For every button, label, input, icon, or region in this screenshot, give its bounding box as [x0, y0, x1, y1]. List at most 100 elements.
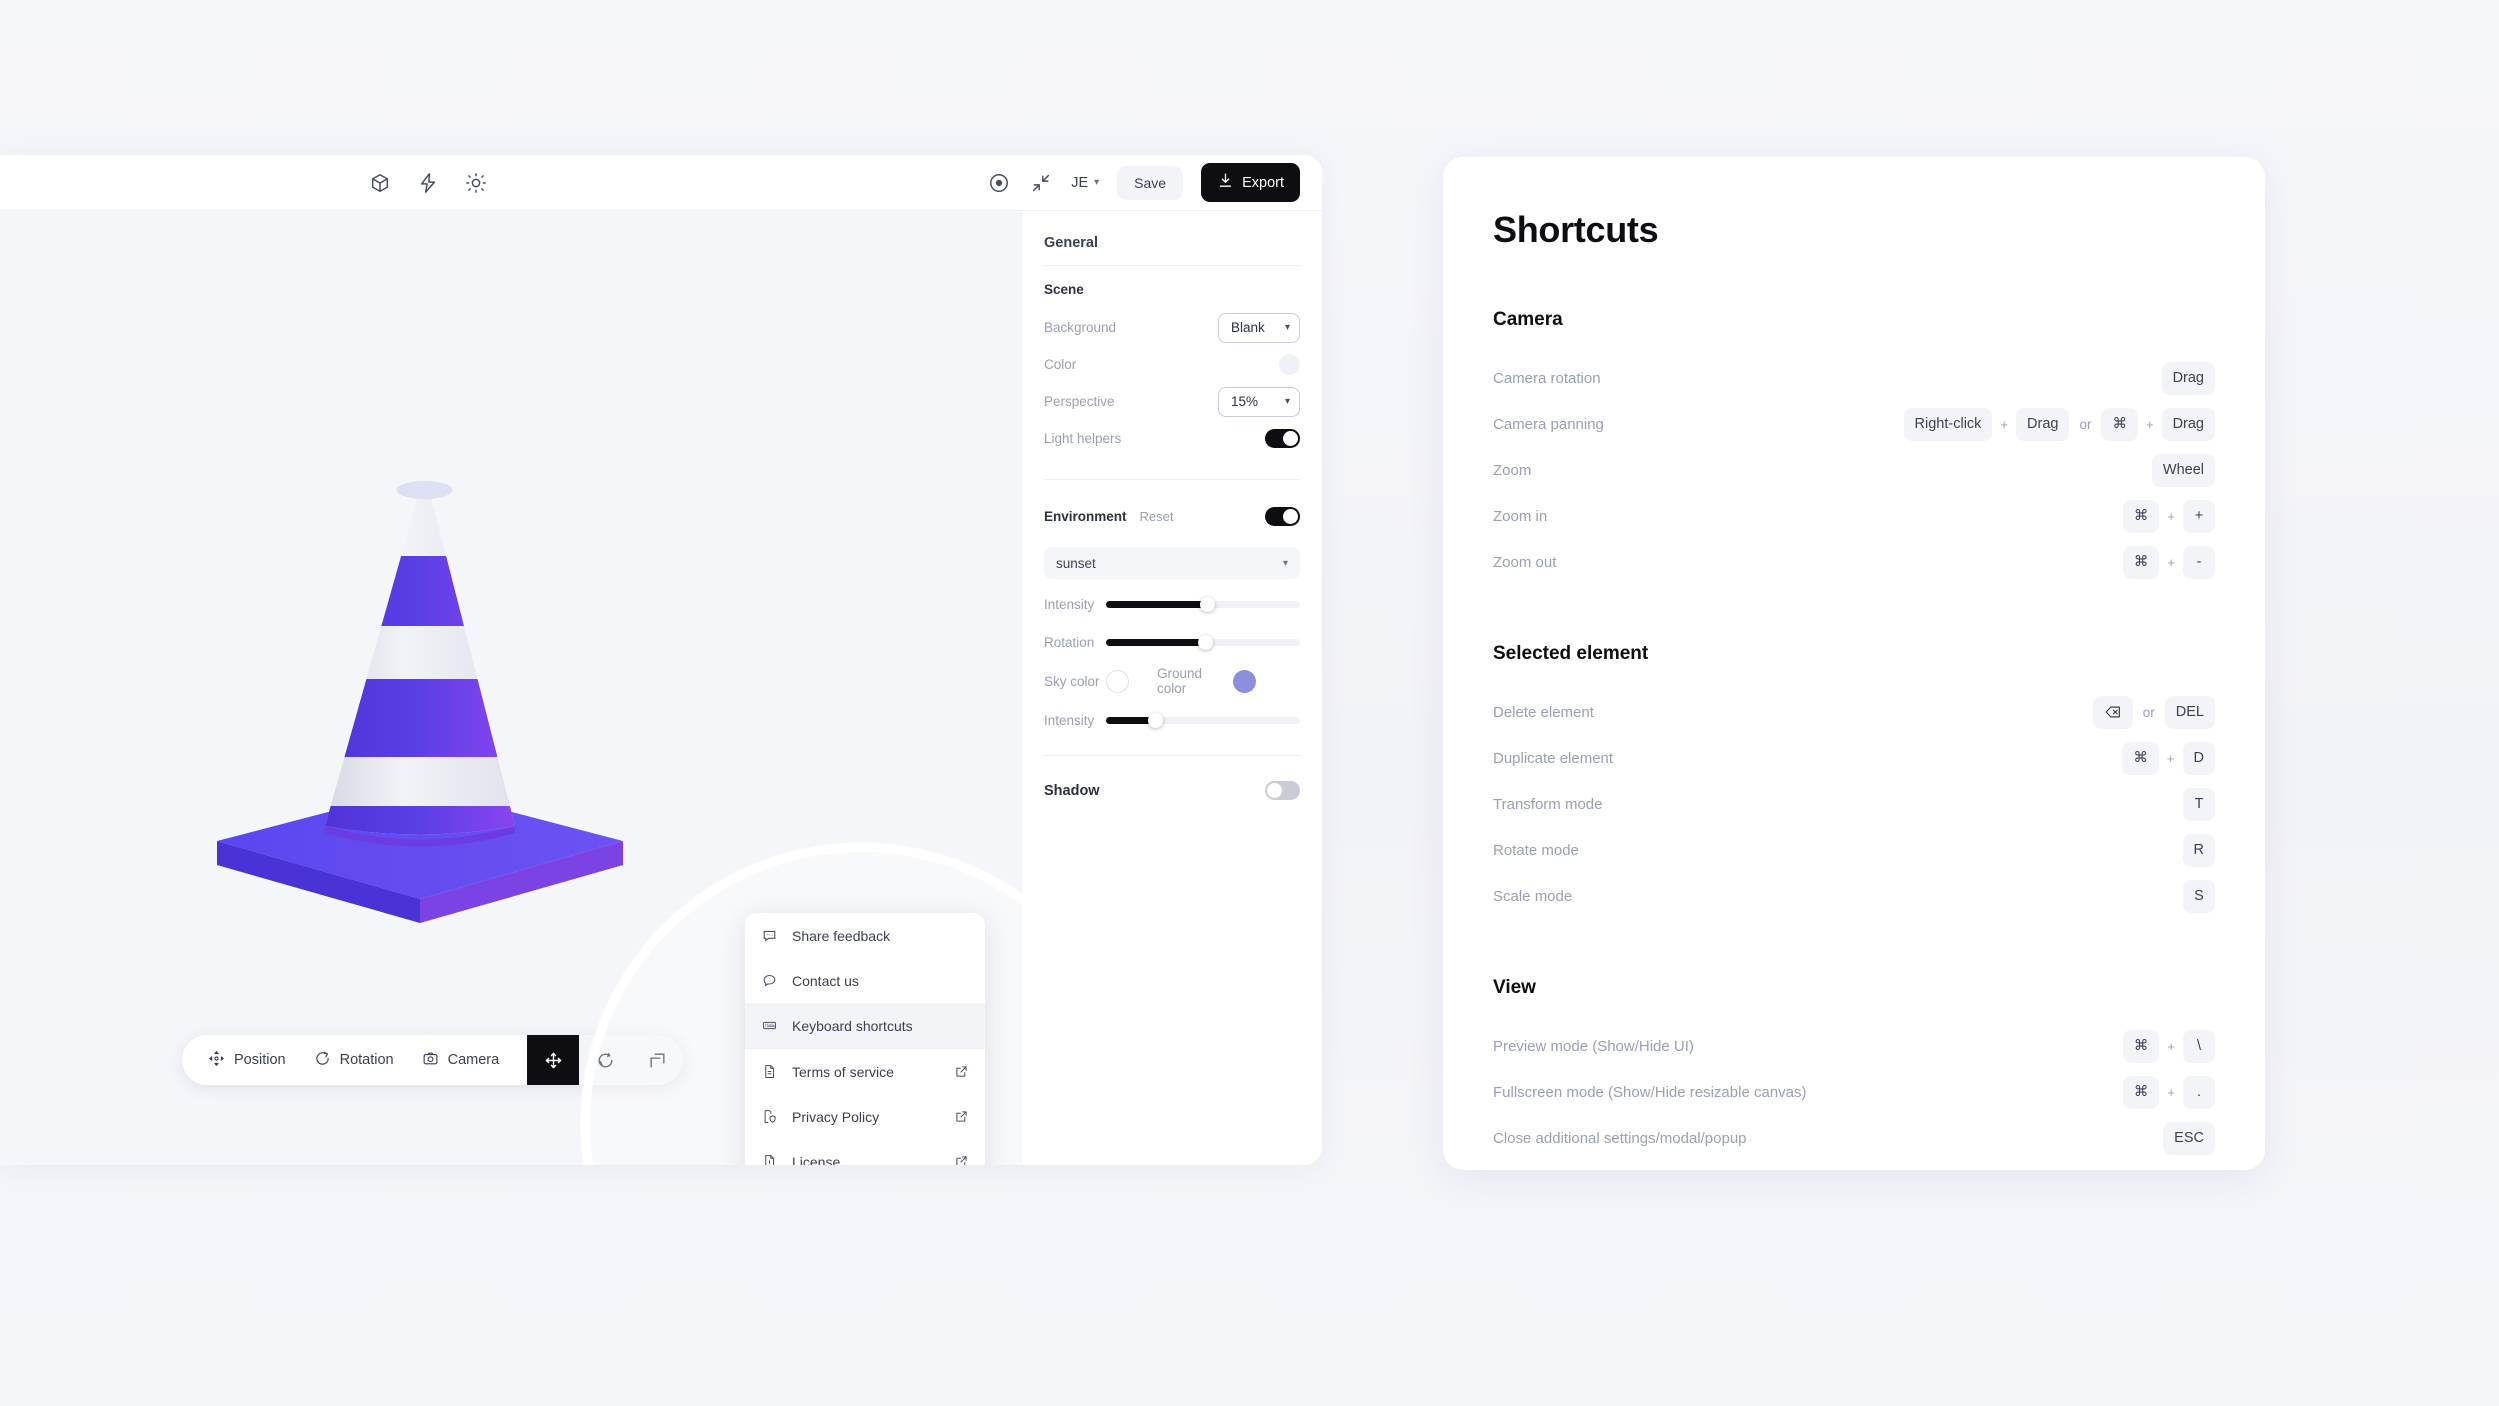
- menu-item-privacy-policy[interactable]: Privacy Policy: [745, 1094, 985, 1139]
- ground-color-swatch[interactable]: [1233, 669, 1256, 693]
- key-cap: Wheel: [2151, 453, 2215, 487]
- key-cap: Drag: [2161, 407, 2215, 441]
- shortcut-sections: Camera Camera rotation Drag Camera panning R…: [1493, 309, 2215, 1161]
- environment-toggle[interactable]: [1265, 507, 1300, 526]
- key-cap: -: [2183, 545, 2215, 579]
- background-label: Background: [1044, 320, 1117, 335]
- chevron-down-icon: ▾: [1284, 322, 1290, 333]
- shortcut-keys: ⌘ + D: [2122, 741, 2215, 775]
- menu-label: Share feedback: [792, 927, 891, 944]
- transform-mode-group: [527, 1035, 684, 1085]
- user-menu[interactable]: JE ▾: [1071, 175, 1099, 191]
- environment-rotation-slider[interactable]: [1106, 634, 1300, 650]
- environment-reset-button[interactable]: Reset: [1140, 509, 1174, 524]
- key-cap: S: [2183, 879, 2215, 913]
- light-helpers-toggle[interactable]: [1265, 429, 1300, 448]
- sky-color-label: Sky color: [1044, 673, 1100, 689]
- collapse-icon[interactable]: [1029, 171, 1053, 195]
- shortcut-label: Zoom out: [1493, 553, 1557, 571]
- shortcut-label: Close additional settings/modal/popup: [1493, 1129, 1747, 1147]
- scene-section-title: Scene: [1044, 282, 1084, 297]
- key-separator: +: [2167, 1038, 2175, 1054]
- scale-mode-button[interactable]: [631, 1035, 684, 1085]
- chevron-down-icon: ▾: [1284, 396, 1290, 407]
- shortcut-label: Delete element: [1493, 703, 1594, 721]
- shortcuts-modal: Shortcuts Camera Camera rotation Drag Camer…: [1443, 157, 2265, 1170]
- toolbar-left-icons: [368, 171, 488, 195]
- key-separator: +: [2167, 554, 2175, 570]
- key-cap: +: [2183, 499, 2215, 533]
- environment-section-title: Environment: [1044, 509, 1127, 524]
- shortcut-row: Delete element or DEL: [1493, 689, 2215, 735]
- tool-position-label: Position: [234, 1052, 286, 1068]
- external-link-icon: [955, 1110, 968, 1123]
- key-separator: +: [2167, 1084, 2175, 1100]
- traffic-cone-3d[interactable]: [185, 461, 655, 941]
- key-cap: ⌘: [2122, 1029, 2160, 1063]
- external-link-icon: [955, 1065, 968, 1078]
- export-button[interactable]: Export: [1201, 163, 1300, 202]
- environment-preset-select[interactable]: sunset ▾: [1044, 547, 1300, 579]
- shortcut-label: Rotate mode: [1493, 841, 1579, 859]
- menu-label: Keyboard shortcuts: [792, 1017, 913, 1034]
- tool-rotation[interactable]: Rotation: [314, 1050, 394, 1071]
- rotate-mode-button[interactable]: [579, 1035, 632, 1085]
- scene-color-swatch[interactable]: [1279, 354, 1300, 375]
- shortcut-label: Transform mode: [1493, 795, 1603, 813]
- menu-label: Privacy Policy: [792, 1108, 880, 1125]
- shortcut-row: Rotate mode R: [1493, 827, 2215, 873]
- menu-item-keyboard-shortcuts[interactable]: Keyboard shortcuts: [745, 1003, 985, 1048]
- move-axis-icon: [208, 1050, 225, 1071]
- shortcut-row: Camera panning Right-click + Drag or ⌘ + Drag: [1493, 401, 2215, 447]
- menu-item-license[interactable]: License: [745, 1139, 985, 1165]
- shortcut-keys: R: [2182, 833, 2215, 867]
- cube-icon[interactable]: [368, 171, 392, 195]
- shadow-toggle[interactable]: [1265, 781, 1300, 800]
- shortcut-row: Zoom out ⌘ + -: [1493, 539, 2215, 585]
- menu-label: License: [792, 1153, 841, 1166]
- ground-intensity-slider[interactable]: [1106, 712, 1300, 728]
- shortcut-keys: or DEL: [2092, 695, 2215, 729]
- ground-intensity-label: Intensity: [1044, 712, 1095, 728]
- save-button[interactable]: Save: [1117, 165, 1184, 200]
- shortcut-row: Duplicate element ⌘ + D: [1493, 735, 2215, 781]
- tool-camera[interactable]: Camera: [422, 1050, 499, 1071]
- shortcut-label: Zoom: [1493, 461, 1532, 479]
- shortcut-keys: S: [2183, 879, 2215, 913]
- key-separator: +: [2145, 416, 2154, 432]
- backspace-icon: [2092, 695, 2133, 729]
- shadow-section-title: Shadow: [1044, 782, 1100, 799]
- menu-item-share-feedback[interactable]: Share feedback: [745, 913, 985, 958]
- scene-color-row: Color: [1044, 346, 1300, 383]
- sun-icon[interactable]: [464, 171, 488, 195]
- environment-intensity-row: Intensity: [1044, 585, 1300, 623]
- environment-rotation-row: Rotation: [1044, 623, 1300, 661]
- eye-icon[interactable]: [987, 171, 1011, 195]
- keyboard-icon: [762, 1018, 781, 1033]
- key-or-word: or: [2079, 416, 2092, 432]
- shortcut-label: Camera panning: [1493, 415, 1604, 433]
- lightning-icon[interactable]: [416, 171, 440, 195]
- key-cap: ESC: [2163, 1121, 2215, 1155]
- light-helpers-row: Light helpers: [1044, 420, 1300, 457]
- speech-bubble-icon: [762, 973, 781, 988]
- menu-item-contact-us[interactable]: Contact us: [745, 958, 985, 1003]
- sky-color-swatch[interactable]: [1106, 669, 1129, 693]
- scene-perspective-row: Perspective 15% ▾: [1044, 383, 1300, 420]
- perspective-label: Perspective: [1044, 394, 1115, 409]
- section-heading: View: [1493, 977, 1536, 998]
- ground-color-label: Ground color: [1157, 666, 1203, 696]
- divider: [1044, 755, 1300, 756]
- move-mode-button[interactable]: [527, 1035, 580, 1085]
- environment-intensity-slider[interactable]: [1106, 596, 1300, 612]
- tool-position[interactable]: Position: [208, 1050, 286, 1071]
- menu-item-terms-of-service[interactable]: Terms of service: [745, 1049, 985, 1094]
- key-cap: D: [2182, 741, 2215, 775]
- perspective-select[interactable]: 15% ▾: [1218, 386, 1300, 417]
- help-context-menu: Share feedback Contact us Keyboard short…: [745, 913, 985, 1165]
- shortcut-label: Zoom in: [1493, 507, 1548, 525]
- shortcut-row: Zoom Wheel: [1493, 447, 2215, 493]
- background-select[interactable]: Blank ▾: [1218, 312, 1300, 343]
- shortcut-label: Preview mode (Show/Hide UI): [1493, 1037, 1694, 1055]
- shortcut-label: Scale mode: [1493, 887, 1573, 905]
